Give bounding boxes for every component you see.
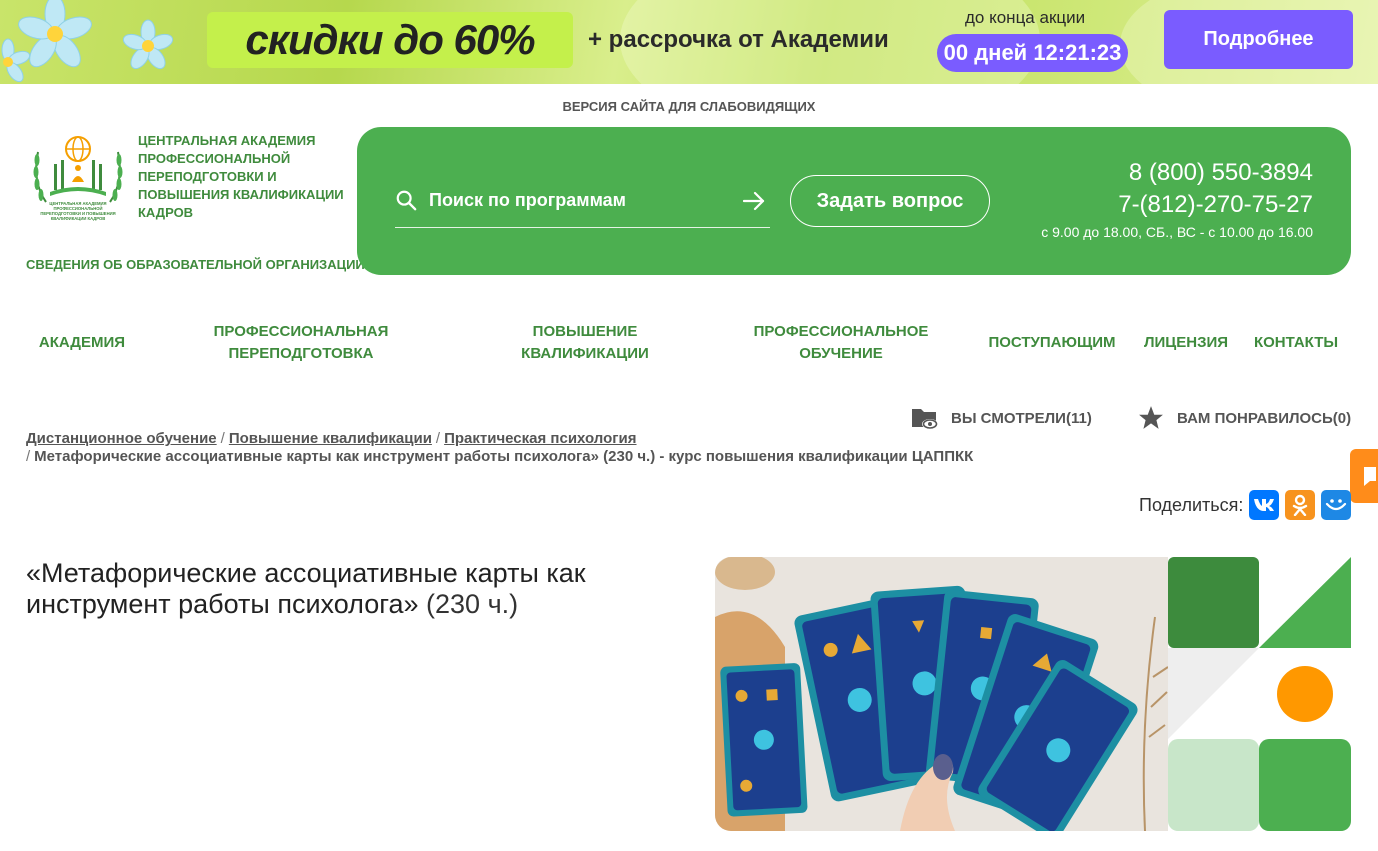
arrow-right-icon[interactable]	[743, 191, 765, 211]
flowers-decoration	[1, 0, 174, 83]
side-feedback-tab[interactable]	[1350, 449, 1378, 503]
search-input[interactable]	[429, 185, 729, 215]
phone-primary[interactable]: 8 (800) 550-3894	[1129, 159, 1313, 187]
main-nav: АКАДЕМИЯ ПРОФЕССИОНАЛЬНАЯ ПЕРЕПОДГОТОВКА…	[0, 318, 1378, 368]
liked-link[interactable]: ВАМ ПОНРАВИЛОСЬ(0)	[1137, 404, 1351, 432]
low-vision-link[interactable]: ВЕРСИЯ САЙТА ДЛЯ СЛАБОВИДЯЩИХ	[0, 99, 1378, 114]
svg-text:КВАЛИФИКАЦИИ КАДРОВ: КВАЛИФИКАЦИИ КАДРОВ	[51, 216, 106, 221]
nav-qualification[interactable]: ПОВЫШЕНИЕ КВАЛИФИКАЦИИ	[500, 318, 670, 368]
nav-license[interactable]: ЛИЦЕНЗИЯ	[1138, 318, 1234, 368]
vk-icon	[1254, 499, 1275, 511]
academy-logo[interactable]: ЦЕНТРАЛЬНАЯ АКАДЕМИЯ ПРОФЕССИОНАЛЬНОЙ ПЕ…	[28, 132, 128, 222]
liked-label: ВАМ ПОНРАВИЛОСЬ(0)	[1177, 409, 1352, 427]
course-hours: (230 ч.)	[426, 589, 519, 619]
ask-question-button[interactable]: Задать вопрос	[790, 175, 990, 227]
search-box	[395, 179, 770, 228]
nav-retraining[interactable]: ПРОФЕССИОНАЛЬНАЯ ПЕРЕПОДГОТОВКА	[196, 318, 406, 368]
star-icon	[1139, 406, 1163, 429]
mymail-share-button[interactable]	[1321, 490, 1352, 520]
breadcrumb: Дистанционное обучение / Повышение квалифи…	[26, 430, 974, 465]
working-hours: с 9.00 до 18.00, СБ., ВС - с 10.00 до 16…	[1041, 224, 1313, 240]
nav-training[interactable]: ПРОФЕССИОНАЛЬНОЕ ОБУЧЕНИЕ	[740, 318, 942, 368]
academy-name[interactable]: ЦЕНТРАЛЬНАЯ АКАДЕМИЯ ПРОФЕССИОНАЛЬНОЙ ПЕ…	[138, 132, 348, 222]
nav-academy[interactable]: АКАДЕМИЯ	[26, 318, 138, 368]
nav-applicants[interactable]: ПОСТУПАЮЩИМ	[982, 318, 1122, 368]
promo-discount: скидки до 60%	[207, 12, 573, 68]
org-info-link[interactable]: СВЕДЕНИЯ ОБ ОБРАЗОВАТЕЛЬНОЙ ОРГАНИЗАЦИИ	[26, 257, 365, 272]
viewed-label: ВЫ СМОТРЕЛИ(11)	[951, 409, 1092, 427]
viewed-link[interactable]: ВЫ СМОТРЕЛИ(11)	[911, 404, 1092, 432]
odnoklassniki-icon	[1293, 494, 1308, 516]
promo-until-label: до конца акции	[965, 8, 1086, 27]
nav-contacts[interactable]: КОНТАКТЫ	[1248, 318, 1344, 368]
phone-secondary[interactable]: 7-(812)-270-75-27	[1118, 191, 1313, 219]
course-image	[715, 557, 1168, 831]
course-title: «Метафорические ассоциативные карты как …	[26, 558, 696, 620]
chat-icon	[1364, 467, 1376, 486]
promo-details-button[interactable]: Подробнее	[1164, 10, 1353, 69]
share-label: Поделиться:	[1139, 494, 1244, 515]
folder-eye-icon	[912, 409, 938, 429]
decorative-shapes	[1168, 557, 1351, 831]
smile-icon	[1326, 499, 1347, 511]
share-block: Поделиться:	[1139, 490, 1352, 520]
promo-banner[interactable]: скидки до 60% + рассрочка от Академии до…	[0, 0, 1378, 84]
vk-share-button[interactable]	[1249, 490, 1280, 520]
breadcrumb-psychology[interactable]: Практическая психология	[444, 430, 636, 447]
ok-share-button[interactable]	[1285, 490, 1316, 520]
breadcrumb-qualification[interactable]: Повышение квалификации	[229, 430, 432, 447]
search-icon	[396, 190, 417, 211]
promo-countdown: 00 дней 12:21:23	[937, 34, 1128, 72]
breadcrumb-current: Метафорические ассоциативные карты как и…	[34, 448, 974, 465]
breadcrumb-distance[interactable]: Дистанционное обучение	[26, 430, 217, 447]
header-panel: Задать вопрос 8 (800) 550-3894 7-(812)-2…	[357, 127, 1351, 275]
promo-subtitle: + рассрочка от Академии	[588, 26, 889, 53]
